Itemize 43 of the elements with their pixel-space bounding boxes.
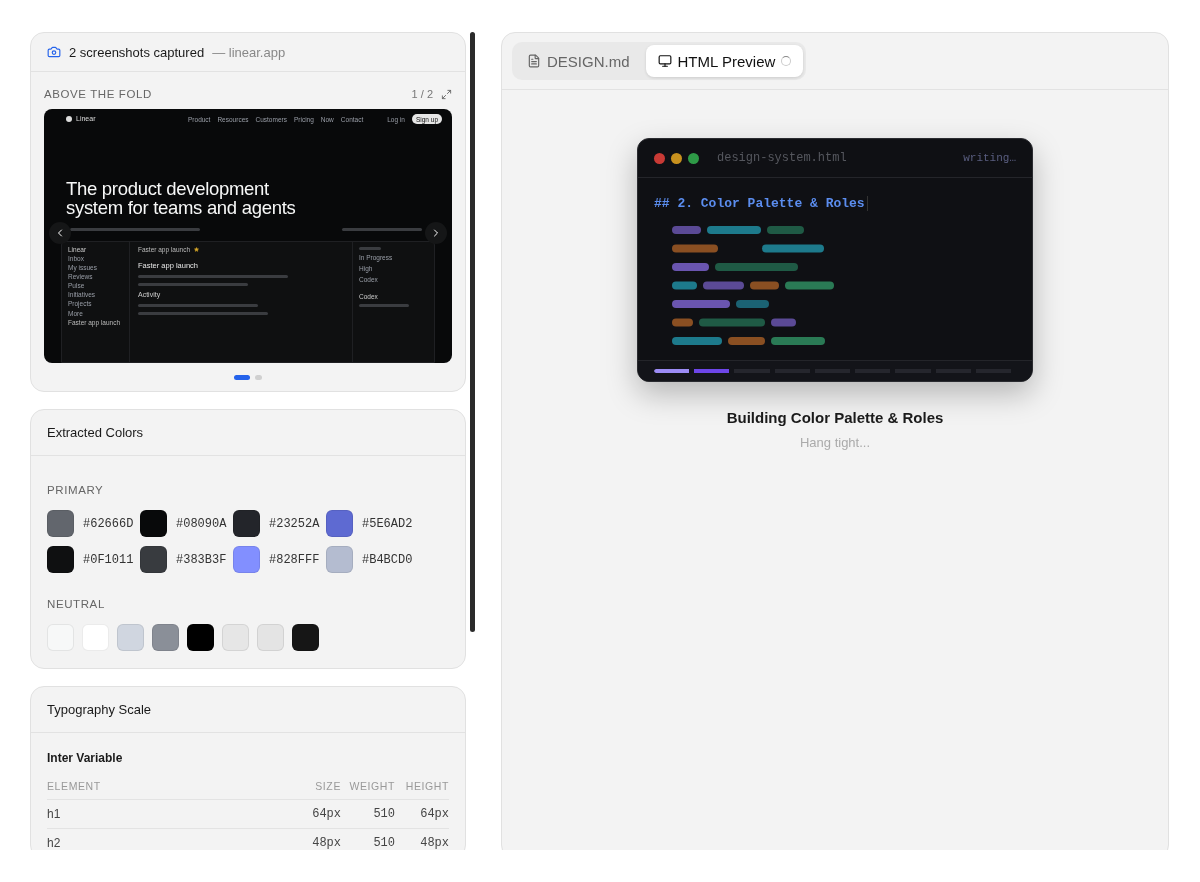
- table-cell-text: 48px: [419, 836, 449, 850]
- zoom-dot-icon: [688, 152, 699, 164]
- column-header: SIZE: [314, 779, 341, 792]
- status-caption: Building Color Palette & Roles: [726, 408, 944, 426]
- code-heading: ## 2. Color Palette & Roles: [654, 196, 868, 211]
- capture-title: 2 screenshots captured: [69, 44, 205, 60]
- close-dot-icon: [654, 152, 665, 164]
- star-icon: [194, 246, 200, 252]
- document-icon: [527, 54, 541, 68]
- previous-button[interactable]: [49, 222, 71, 245]
- scrollbar[interactable]: [470, 32, 475, 632]
- font-family-name: Inter Variable: [46, 750, 124, 768]
- group-label: PRIMARY: [47, 484, 104, 497]
- file-name: design-system.html: [717, 151, 848, 165]
- table-cell-text: h2: [47, 836, 62, 850]
- column-header: ELEMENT: [47, 779, 102, 792]
- column-header: WEIGHT: [348, 779, 395, 792]
- card-title: Typography Scale: [47, 702, 152, 718]
- monitor-icon: [657, 54, 672, 68]
- table-cell-text: 510: [372, 807, 395, 822]
- table-cell-text: 510: [372, 836, 395, 850]
- expand-icon[interactable]: [441, 88, 452, 100]
- card-title: Extracted Colors: [47, 425, 144, 441]
- tab[interactable]: DESIGN.md: [515, 45, 642, 77]
- hero-headline: The product development system for teams and agents: [66, 179, 296, 218]
- page-counter: 1 / 2: [411, 88, 433, 101]
- blurred-text: [359, 246, 381, 250]
- table-cell-text: h1: [47, 807, 62, 822]
- status-subcaption: Hang tight...: [799, 434, 871, 450]
- brand-logo-icon: [66, 116, 72, 123]
- capture-source: — linear.app: [212, 44, 286, 60]
- camera-icon: [47, 45, 61, 59]
- section-label: ABOVE THE FOLD: [44, 88, 152, 101]
- table-cell-text: 64px: [311, 807, 341, 822]
- writing-status: writing…: [963, 152, 1016, 164]
- column-header: HEIGHT: [404, 779, 449, 792]
- table-cell-text: 48px: [311, 836, 341, 850]
- table-cell-text: 64px: [419, 807, 449, 822]
- next-button[interactable]: [425, 222, 447, 245]
- tab[interactable]: HTML Preview: [645, 45, 804, 77]
- group-label: NEUTRAL: [47, 598, 105, 611]
- blurred-text: [359, 304, 409, 308]
- minimize-dot-icon: [671, 152, 682, 164]
